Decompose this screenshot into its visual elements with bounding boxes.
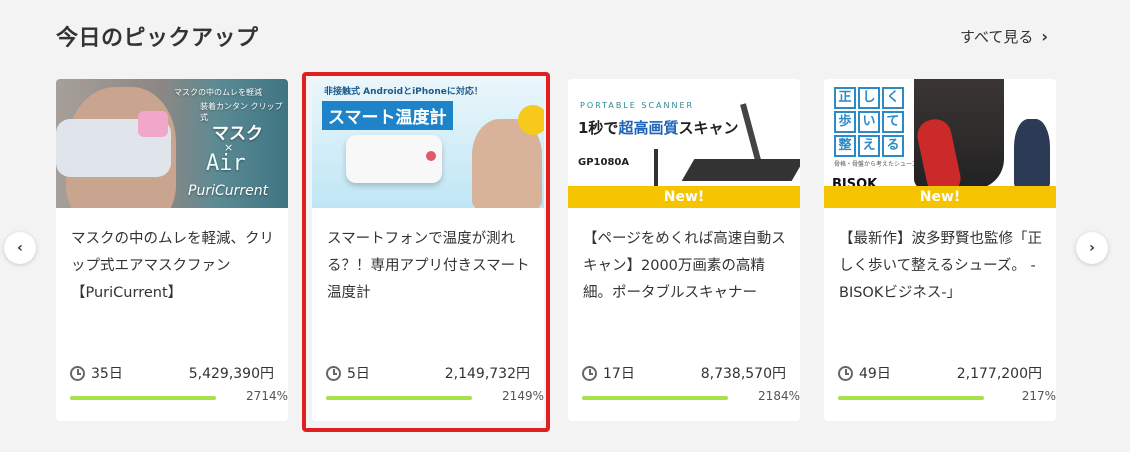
brand-logo: PuriCurrent [188,183,269,199]
carousel-prev-button[interactable]: ‹ [4,232,36,264]
see-all-label: すべて見る [960,28,1034,46]
project-title[interactable]: スマートフォンで温度が測れる？！専用アプリ付きスマート温度計 [327,226,530,346]
project-thumbnail: 正 し く 歩 い て 整 え る 骨格・骨盤から考えたシューズ BISOK N… [824,79,1056,208]
see-all-link[interactable]: すべて見る › [960,26,1048,47]
new-badge: New! [568,186,800,208]
thumb-text: スキャン [678,119,739,137]
thumb-text: し [858,87,880,109]
thumb-text: Air [206,151,246,176]
carousel-next-button[interactable]: › [1076,232,1108,264]
clock-icon [326,365,341,381]
project-card[interactable]: マスクの中のムレを軽減 装着カンタン クリップ式 マスク × Air PuriC… [56,79,288,421]
thumb-text: 歩 [834,111,856,133]
clock-icon [582,365,597,381]
funding-amount: 8,738,570円 [700,366,786,382]
clock-icon [838,365,853,381]
progress-bar: 2184% [582,389,800,403]
progress-bar: 217% [838,389,1056,403]
project-card[interactable]: 非接触式 AndroidとiPhoneに対応！ スマート温度計 スマートフォンで… [312,79,544,421]
progress-percent: 2149% [502,389,544,403]
funding-amount: 5,429,390円 [188,366,274,382]
thumb-text: マスクの中のムレを軽減 [174,88,262,97]
project-card[interactable]: PORTABLE SCANNER 1秒で超高画質スキャン GP1080A New… [568,79,800,421]
thumb-text: 超高画質 [618,119,679,137]
chevron-left-icon: ‹ [17,240,23,256]
project-title[interactable]: 【ページをめくれば高速自動スキャン】2000万画素の高精細。ポータブルスキャナー [583,226,786,346]
thumb-text: 正 [834,87,856,109]
thumb-text: マスク [212,124,263,144]
project-thumbnail: 非接触式 AndroidとiPhoneに対応！ スマート温度計 [312,79,544,208]
thumb-text: GP1080A [578,157,630,168]
days-left: 35日 [91,366,123,382]
funding-amount: 2,177,200円 [956,366,1042,382]
thumb-text: る [882,135,904,157]
new-badge: New! [824,186,1056,208]
project-title[interactable]: マスクの中のムレを軽減、クリップ式エアマスクファン【PuriCurrent】 [71,226,274,346]
project-card[interactable]: 正 し く 歩 い て 整 え る 骨格・骨盤から考えたシューズ BISOK N… [824,79,1056,421]
thumb-text: スマート温度計 [322,101,453,130]
days-left: 17日 [603,366,635,382]
thumb-text: 骨格・骨盤から考えたシューズ [834,161,918,168]
chevron-right-icon: › [1041,27,1048,46]
clock-icon [70,365,85,381]
progress-bar: 2714% [70,389,288,403]
thumb-text: 非接触式 AndroidとiPhoneに対応！ [324,87,483,97]
project-thumbnail: マスクの中のムレを軽減 装着カンタン クリップ式 マスク × Air PuriC… [56,79,288,208]
thumb-text: て [882,111,904,133]
thumb-text: PORTABLE SCANNER [580,101,695,110]
project-title[interactable]: 【最新作】波多野賢也監修「正しく歩いて整えるシューズ。 -BISOKビジネス-」 [839,226,1042,346]
thumb-text: 1秒で [578,119,619,137]
progress-percent: 2184% [758,389,800,403]
thumb-text: え [858,135,880,157]
thumb-text: 整 [834,135,856,157]
thumb-headline: 1秒で超高画質スキャン [578,117,738,138]
progress-percent: 217% [1021,389,1056,403]
days-left: 5日 [347,366,370,382]
progress-bar: 2149% [326,389,544,403]
days-left: 49日 [859,366,891,382]
project-thumbnail: PORTABLE SCANNER 1秒で超高画質スキャン GP1080A New… [568,79,800,208]
thumb-text: く [882,87,904,109]
section-title: 今日のピックアップ [56,26,259,51]
progress-percent: 2714% [246,389,288,403]
funding-amount: 2,149,732円 [444,366,530,382]
chevron-right-icon: › [1089,240,1095,256]
thumb-text: い [858,111,880,133]
